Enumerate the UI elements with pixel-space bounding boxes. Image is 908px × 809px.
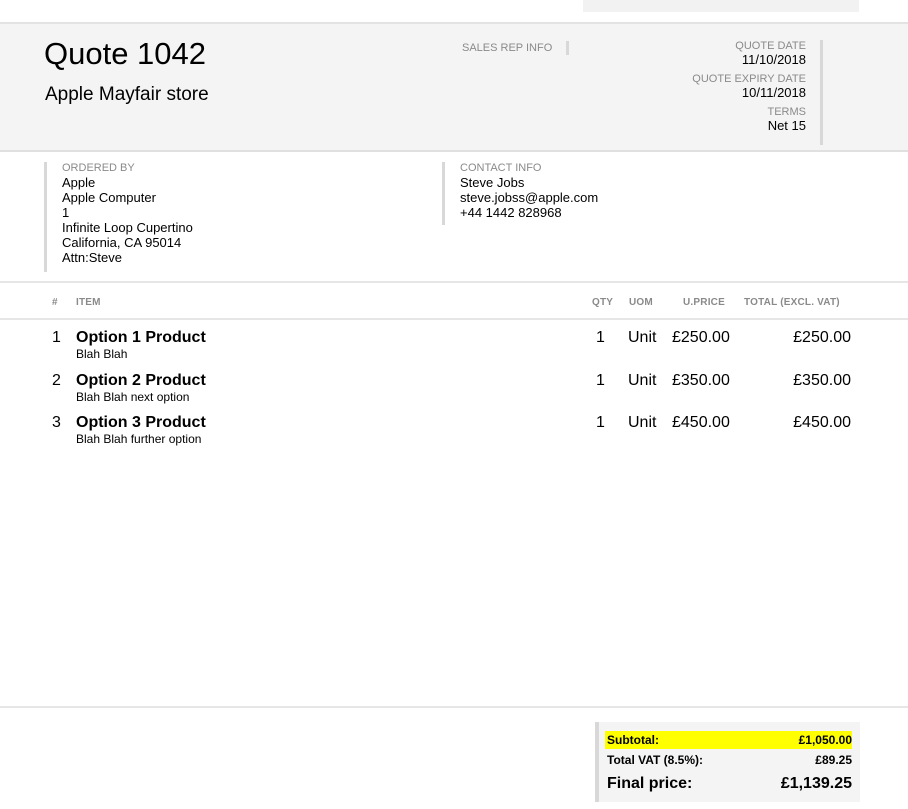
unit-price: £250.00 [672, 329, 730, 346]
vat-value: £89.25 [815, 753, 852, 767]
contact-email[interactable]: steve.jobss@apple.com [460, 190, 598, 205]
row-number: 1 [52, 329, 61, 346]
product-description: Blah Blah next option [76, 390, 190, 404]
row-number: 2 [52, 372, 61, 389]
unit-of-measure: Unit [628, 414, 657, 431]
table-row: 3 Option 3 Product Blah Blah further opt… [0, 414, 908, 454]
table-row: 1 Option 1 Product Blah Blah 1 Unit £250… [0, 329, 908, 369]
contact-info-label: CONTACT INFO [460, 162, 542, 174]
contact-info-block: CONTACT INFO Steve Jobs steve.jobss@appl… [442, 162, 598, 225]
final-price-label: Final price: [607, 775, 693, 792]
subtotal-value: £1,050.00 [798, 733, 852, 747]
column-header-unit-price: U.PRICE [683, 297, 725, 308]
ordered-by-line: Infinite Loop Cupertino [62, 220, 193, 235]
terms-block: TERMS Net 15 [600, 106, 807, 133]
totals-box: Subtotal: £1,050.00 Total VAT (8.5%): £8… [595, 722, 860, 802]
quantity: 1 [596, 329, 605, 346]
ordered-by-line: California, CA 95014 [62, 235, 182, 250]
vat-label: Total VAT (8.5%): [607, 753, 703, 767]
row-number: 3 [52, 414, 61, 431]
unit-of-measure: Unit [628, 372, 657, 389]
column-header-uom: UOM [629, 297, 653, 308]
unit-of-measure: Unit [628, 329, 657, 346]
store-name: Apple Mayfair store [45, 84, 209, 105]
quote-header: Quote 1042 Apple Mayfair store SALES REP… [0, 24, 908, 152]
table-header-divider [0, 318, 908, 320]
subtotal-label: Subtotal: [607, 733, 659, 747]
line-total: £450.00 [793, 414, 851, 431]
product-name: Option 3 Product [76, 414, 206, 431]
final-price-value: £1,139.25 [780, 775, 852, 792]
unit-price: £450.00 [672, 414, 730, 431]
column-header-total: TOTAL (EXCL. VAT) [744, 297, 840, 308]
subtotal-row: Subtotal: £1,050.00 [605, 731, 852, 749]
terms-value: Net 15 [767, 118, 806, 133]
unit-price: £350.00 [672, 372, 730, 389]
terms-label: TERMS [767, 106, 807, 118]
meta-divider [820, 40, 823, 145]
ordered-by-line: 1 [62, 205, 70, 220]
ordered-by-line: Apple [62, 175, 96, 190]
contact-phone: +44 1442 828968 [460, 205, 562, 220]
product-description: Blah Blah further option [76, 432, 202, 446]
contact-name: Steve Jobs [460, 175, 525, 190]
quote-meta: QUOTE DATE 11/10/2018 QUOTE EXPIRY DATE … [600, 40, 806, 139]
final-price-row: Final price: £1,139.25 [607, 773, 852, 795]
column-header-item: ITEM [76, 297, 101, 308]
line-total: £250.00 [793, 329, 851, 346]
vat-row: Total VAT (8.5%): £89.25 [607, 751, 852, 769]
line-total: £350.00 [793, 372, 851, 389]
quote-date-label: QUOTE DATE [735, 40, 806, 52]
quantity: 1 [596, 414, 605, 431]
ordered-by-label: ORDERED BY [62, 162, 135, 174]
column-header-qty: QTY [592, 297, 614, 308]
ordered-by-line: Apple Computer [62, 190, 156, 205]
top-strip [583, 0, 859, 12]
expiry-date-label: QUOTE EXPIRY DATE [692, 73, 806, 85]
column-header-number: # [52, 297, 58, 308]
totals-divider [0, 706, 908, 708]
product-description: Blah Blah [76, 347, 128, 361]
table-row: 2 Option 2 Product Blah Blah next option… [0, 372, 908, 412]
quote-date-block: QUOTE DATE 11/10/2018 [600, 40, 806, 67]
quantity: 1 [596, 372, 605, 389]
product-name: Option 2 Product [76, 372, 206, 389]
quote-date-value: 11/10/2018 [741, 52, 806, 67]
ordered-by-line: Attn:Steve [62, 250, 122, 265]
quote-title: Quote 1042 [44, 36, 207, 71]
expiry-date-value: 10/11/2018 [741, 85, 806, 100]
ordered-by-block: ORDERED BY Apple Apple Computer 1 Infini… [44, 162, 193, 272]
expiry-date-block: QUOTE EXPIRY DATE 10/11/2018 [600, 73, 806, 100]
section-divider [0, 281, 908, 283]
product-name: Option 1 Product [76, 329, 206, 346]
sales-rep-info: SALES REP INFO [462, 41, 570, 55]
